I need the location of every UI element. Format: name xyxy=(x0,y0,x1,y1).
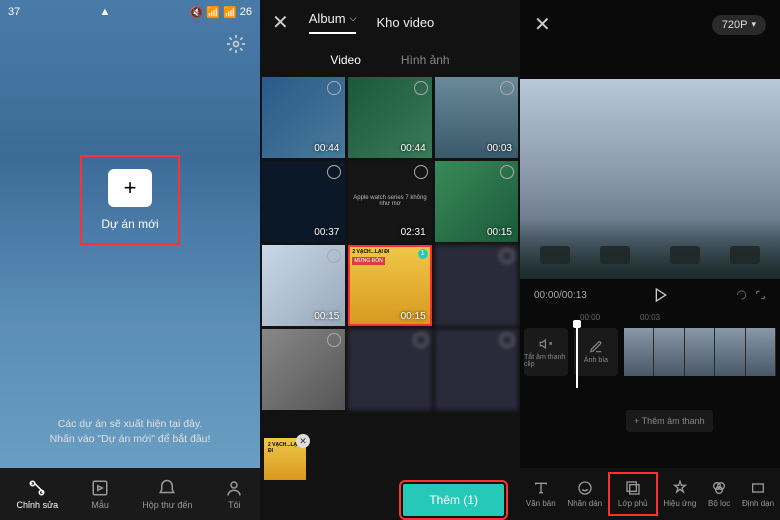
select-circle[interactable] xyxy=(500,333,514,347)
undo-icon[interactable] xyxy=(736,287,747,303)
thumb-item[interactable] xyxy=(435,245,518,326)
bottom-nav: Chỉnh sửa Mẫu Hộp thư đến Tôi xyxy=(0,468,260,520)
thumb-item[interactable]: 00:15 xyxy=(262,245,345,326)
thumb-item[interactable]: 00:15 xyxy=(435,161,518,242)
nav-templates[interactable]: Mẫu xyxy=(91,479,109,510)
thumb-item[interactable] xyxy=(435,329,518,410)
thumb-item[interactable]: 00:44 xyxy=(262,77,345,158)
media-grid: 00:44 00:44 00:03 00:37 Apple watch seri… xyxy=(260,75,520,412)
tool-overlay[interactable]: Lớp phủ xyxy=(614,478,652,510)
selection-tray: 2 VẠCH...LẠI ĐI✕ xyxy=(264,438,306,480)
select-circle[interactable] xyxy=(500,165,514,179)
thumb-item[interactable]: 00:37 xyxy=(262,161,345,242)
video-preview[interactable] xyxy=(520,79,780,279)
chevron-down-icon: ▾ xyxy=(751,19,756,30)
album-dropdown[interactable]: Album⌵ xyxy=(309,11,357,34)
status-bar: 37 ▲ 🔇 📶 📶 26 xyxy=(0,0,260,24)
playback-bar: 00:00/00:13 xyxy=(520,279,780,311)
video-track[interactable] xyxy=(624,328,776,376)
select-circle[interactable] xyxy=(327,165,341,179)
thumb-item[interactable] xyxy=(262,329,345,410)
tray-item[interactable]: 2 VẠCH...LẠI ĐI✕ xyxy=(264,438,306,480)
select-circle[interactable] xyxy=(414,333,428,347)
tab-video[interactable]: Video xyxy=(330,53,360,67)
tab-image[interactable]: Hình ảnh xyxy=(401,53,450,67)
mute-clip-button[interactable]: Tắt âm thanh clip xyxy=(524,328,568,376)
tool-sticker[interactable]: Nhãn dán xyxy=(567,480,602,508)
tool-format[interactable]: Định dạn xyxy=(742,480,774,508)
settings-icon[interactable] xyxy=(226,34,246,54)
thumb-item[interactable] xyxy=(348,329,431,410)
select-circle[interactable] xyxy=(414,81,428,95)
select-circle[interactable] xyxy=(327,249,341,263)
nav-profile[interactable]: Tôi xyxy=(225,479,243,510)
thumb-item-selected[interactable]: 2 VẠCH...LẠI ĐIMỪNG ĐÓN100:15 xyxy=(348,245,431,326)
status-time: 37 xyxy=(8,6,20,18)
close-icon[interactable]: ✕ xyxy=(534,12,551,37)
thumb-item[interactable]: Apple watch series 7 không như mơ02:31 xyxy=(348,161,431,242)
remove-icon[interactable]: ✕ xyxy=(296,434,310,448)
mute-icon: 🔇 xyxy=(190,6,204,19)
add-audio-button[interactable]: + Thêm âm thanh xyxy=(626,410,713,432)
tool-text[interactable]: Văn bản xyxy=(526,480,556,508)
nav-edit[interactable]: Chỉnh sửa xyxy=(17,479,59,510)
expand-icon[interactable] xyxy=(755,287,766,303)
signal-icon: 📶 xyxy=(223,6,237,19)
timeline-ruler: 00:0000:03 xyxy=(520,311,780,324)
battery-level: 26 xyxy=(240,6,252,18)
time-display: 00:00/00:13 xyxy=(534,290,587,301)
cover-button[interactable]: Ảnh bìa xyxy=(574,328,618,376)
tool-effects[interactable]: Hiệu ứng xyxy=(663,480,696,508)
wifi-icon: 📶 xyxy=(206,6,220,19)
nav-inbox[interactable]: Hộp thư đến xyxy=(142,479,192,510)
new-project-button[interactable]: + Dự án mới xyxy=(80,155,180,245)
editor-toolbar: Văn bản Nhãn dán Lớp phủ Hiệu ứng Bộ lọc… xyxy=(520,468,780,520)
storage-tab[interactable]: Kho video xyxy=(376,15,434,30)
timeline[interactable]: Tắt âm thanh clip Ảnh bìa xyxy=(520,328,780,388)
resolution-selector[interactable]: 720P▾ xyxy=(712,15,766,35)
plus-icon: + xyxy=(108,169,152,207)
add-button[interactable]: Thêm (1) xyxy=(403,484,504,516)
select-circle[interactable] xyxy=(414,165,428,179)
thumb-item[interactable]: 00:03 xyxy=(435,77,518,158)
close-icon[interactable]: ✕ xyxy=(272,10,289,35)
select-circle[interactable] xyxy=(327,333,341,347)
playhead[interactable] xyxy=(576,324,578,388)
select-circle[interactable] xyxy=(500,249,514,263)
select-circle[interactable] xyxy=(500,81,514,95)
empty-hint: Các dự án sẽ xuất hiện tại đây. Nhấn vào… xyxy=(0,417,260,449)
thumb-item[interactable]: 00:44 xyxy=(348,77,431,158)
select-circle[interactable] xyxy=(327,81,341,95)
chevron-down-icon: ⌵ xyxy=(350,13,357,24)
play-icon[interactable] xyxy=(653,287,669,303)
selection-badge: 1 xyxy=(418,249,428,259)
tool-filter[interactable]: Bộ lọc xyxy=(708,480,730,508)
